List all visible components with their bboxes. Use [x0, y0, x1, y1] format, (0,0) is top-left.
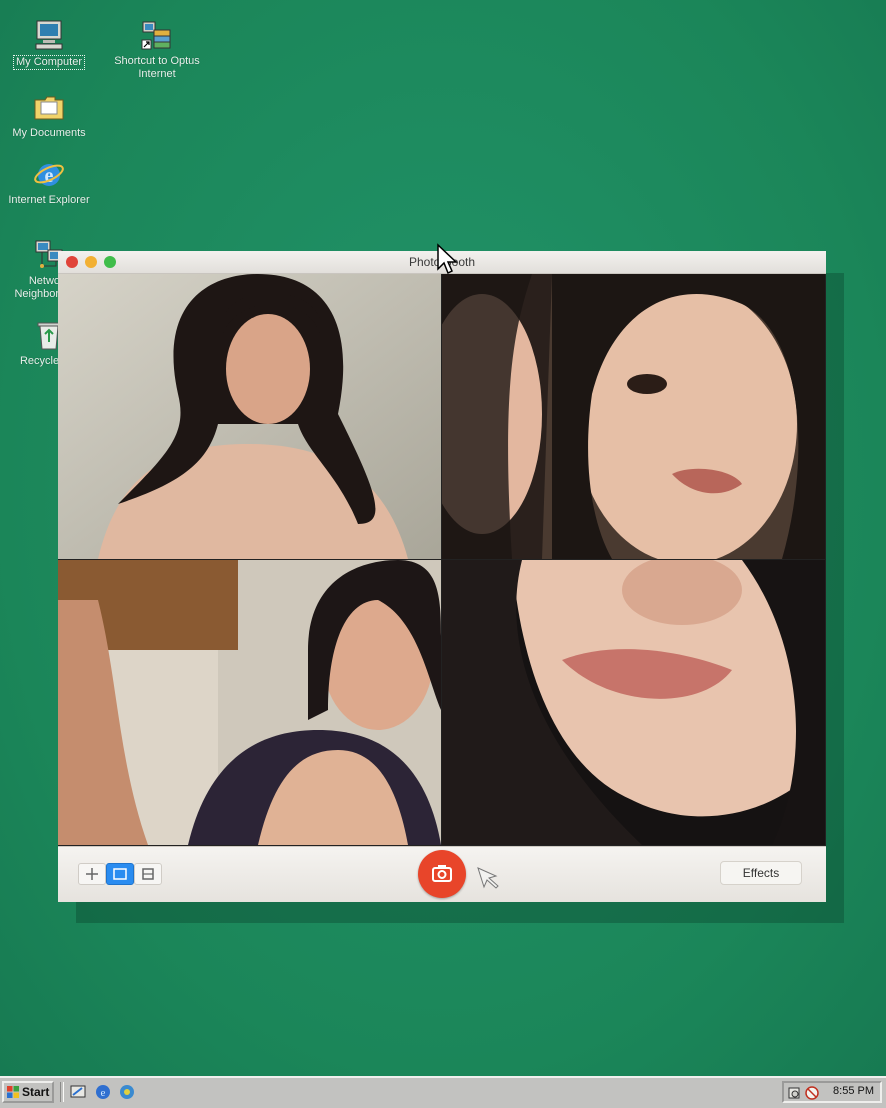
single-view-icon: [113, 868, 127, 880]
camera-icon: [432, 865, 452, 882]
photo-3[interactable]: [58, 560, 441, 845]
network-shortcut-icon: [140, 18, 174, 52]
filmstrip-view-icon: [142, 868, 154, 880]
photo-4[interactable]: [442, 560, 825, 845]
take-photo-button[interactable]: [418, 850, 466, 898]
photo-grid: [58, 274, 826, 846]
desktop-icon[interactable]: [70, 1083, 88, 1101]
single-view-button[interactable]: [106, 863, 134, 885]
grid-view-button[interactable]: [78, 863, 106, 885]
folder-icon: [32, 90, 66, 124]
pointer-arrow-icon: [477, 867, 499, 889]
grid-view-icon: [86, 868, 98, 880]
desktop: My Computer Shortcut to Optus Internet M…: [0, 0, 886, 1076]
filmstrip-view-button[interactable]: [134, 863, 162, 885]
system-tray: 8:55 PM: [782, 1081, 882, 1103]
internet-explorer-icon: e: [32, 157, 66, 191]
channels-icon[interactable]: [118, 1083, 136, 1101]
photo-booth-toolbar: Effects: [58, 846, 826, 902]
desktop-icon-label: Shortcut to Optus Internet: [114, 55, 200, 80]
network-tray-icon[interactable]: [804, 1085, 820, 1101]
effects-button[interactable]: Effects: [720, 861, 802, 885]
windows-logo-icon: [7, 1086, 19, 1098]
desktop-icon-my-computer[interactable]: My Computer: [1, 18, 97, 70]
desktop-icon-label: My Documents: [12, 127, 86, 139]
taskbar-separator: [60, 1082, 64, 1102]
speaker-icon[interactable]: [788, 1085, 804, 1101]
taskbar: Start e 8:55 PM: [0, 1076, 886, 1108]
photo-1[interactable]: [58, 274, 441, 559]
desktop-icon-internet-explorer[interactable]: e Internet Explorer: [1, 157, 97, 207]
internet-explorer-icon[interactable]: e: [94, 1083, 112, 1101]
start-button[interactable]: Start: [2, 1081, 54, 1103]
photo-booth-window: Photo Booth Effects: [58, 251, 826, 902]
computer-icon: [32, 18, 66, 52]
mouse-cursor-icon: [437, 243, 458, 275]
clock[interactable]: 8:55 PM: [833, 1085, 874, 1097]
start-label: Start: [22, 1085, 50, 1099]
photo-2[interactable]: [442, 274, 825, 559]
desktop-icon-my-documents[interactable]: My Documents: [1, 90, 97, 140]
desktop-icon-label: My Computer: [12, 55, 86, 70]
desktop-icon-optus-internet[interactable]: Shortcut to Optus Internet: [109, 18, 205, 81]
desktop-icon-label: Internet Explorer: [8, 194, 90, 206]
svg-text:e: e: [101, 1087, 106, 1099]
